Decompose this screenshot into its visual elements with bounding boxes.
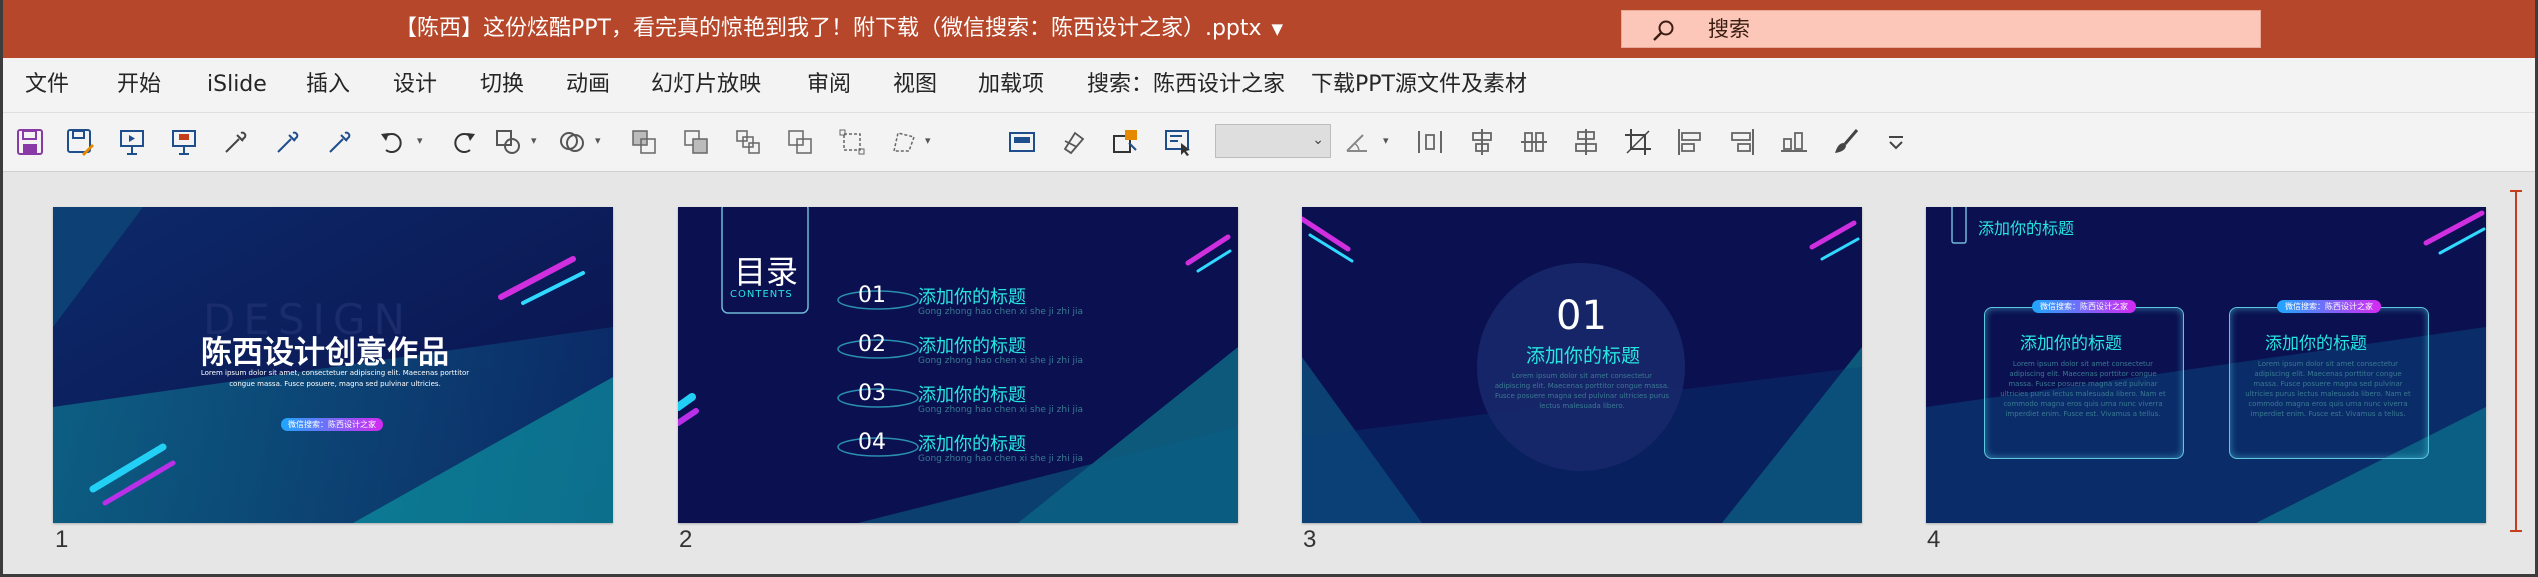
brush-icon[interactable] xyxy=(1831,127,1861,157)
tab-transitions[interactable]: 切换 xyxy=(480,58,524,112)
slide-thumbnail-3[interactable]: 01 添加你的标题 Lorem ipsum dolor sit amet con… xyxy=(1302,207,1862,523)
save-as-icon[interactable] xyxy=(65,127,95,157)
font-size-combo[interactable]: ⌄ xyxy=(1215,124,1331,158)
slide-3-body: Lorem ipsum dolor sit amet consectetur a… xyxy=(1494,372,1670,410)
edit-points-icon[interactable] xyxy=(889,127,919,157)
slide-4-top-title: 添加你的标题 xyxy=(1978,219,2075,238)
slide-number-1: 1 xyxy=(55,526,69,553)
send-backward-icon[interactable] xyxy=(681,127,711,157)
slide-thumbnail-2[interactable]: 目录 CONTENTS 01 添加你的标题 Gong zhong hao che… xyxy=(678,207,1238,523)
slide-layout-icon[interactable] xyxy=(1007,127,1037,157)
redo-icon[interactable] xyxy=(449,127,479,157)
title-bar: 【陈西】这份炫酷PPT，看完真的惊艳到我了！附下载（微信搜索：陈西设计之家）.p… xyxy=(3,0,2535,58)
align-center-icon[interactable] xyxy=(1467,127,1497,157)
crop-icon[interactable] xyxy=(1623,127,1653,157)
slide-2-item-1-label: 添加你的标题 xyxy=(918,287,1026,308)
slide-2-item-2-sub: Gong zhong hao chen xi she ji zhi jia xyxy=(918,356,1083,366)
shape-fill-dropdown-icon[interactable]: ▾ xyxy=(531,134,537,147)
slide-2-item-1-num: 01 xyxy=(858,283,886,308)
slide-4-card-2-title: 添加你的标题 xyxy=(2265,334,2367,354)
tab-slideshow[interactable]: 幻灯片放映 xyxy=(651,58,761,112)
slide-2-item-4-label: 添加你的标题 xyxy=(918,434,1026,455)
tab-insert[interactable]: 插入 xyxy=(306,58,350,112)
save-icon[interactable] xyxy=(15,127,45,157)
slideshow-current-icon[interactable] xyxy=(169,127,199,157)
eyedropper-icon[interactable] xyxy=(221,127,251,157)
powerpoint-window: 【陈西】这份炫酷PPT，看完真的惊艳到我了！附下载（微信搜索：陈西设计之家）.p… xyxy=(0,0,2538,577)
slide-4-card-1-title: 添加你的标题 xyxy=(2020,334,2122,354)
align-left-icon[interactable] xyxy=(1675,127,1705,157)
slide-2-item-4-sub: Gong zhong hao chen xi she ji zhi jia xyxy=(918,454,1083,464)
slide-2-item-4-num: 04 xyxy=(858,430,886,455)
selection-icon[interactable] xyxy=(837,127,867,157)
shape-outline-dropdown-icon[interactable]: ▾ xyxy=(595,134,601,147)
slide-2-item-2-label: 添加你的标题 xyxy=(918,336,1026,357)
rotate-dropdown-icon[interactable]: ▾ xyxy=(1383,134,1389,147)
tab-review[interactable]: 审阅 xyxy=(807,58,851,112)
tab-design[interactable]: 设计 xyxy=(393,58,437,112)
undo-icon[interactable] xyxy=(377,127,407,157)
tab-search-promo[interactable]: 搜索：陈西设计之家 xyxy=(1087,58,1285,112)
slideshow-from-start-icon[interactable] xyxy=(117,127,147,157)
slide-number-2: 2 xyxy=(679,526,693,553)
document-title-text: 【陈西】这份炫酷PPT，看完真的惊艳到我了！附下载（微信搜索：陈西设计之家）.p… xyxy=(395,16,1262,41)
tab-home[interactable]: 开始 xyxy=(117,58,161,112)
shape-outline-icon[interactable] xyxy=(557,127,587,157)
search-box[interactable]: 搜索 xyxy=(1621,10,2261,48)
text-box-icon[interactable] xyxy=(1163,127,1193,157)
vertical-scrollbar[interactable] xyxy=(2510,190,2522,532)
chevron-down-icon[interactable]: ▼ xyxy=(1272,0,1284,58)
slide-thumbnail-4[interactable]: 添加你的标题 微信搜索：陈西设计之家 添加你的标题 Lorem ipsum do… xyxy=(1926,207,2486,523)
align-middle-icon[interactable] xyxy=(1571,127,1601,157)
tab-animations[interactable]: 动画 xyxy=(566,58,610,112)
slide-1-body: Lorem ipsum dolor sit amet, consectetuer… xyxy=(200,369,470,388)
format-painter-icon[interactable] xyxy=(1059,127,1089,157)
slide-number-3: 3 xyxy=(1303,526,1317,553)
quick-access-toolbar: ▾ ▾ ▾ ▾ ⌄ ▾ xyxy=(3,112,2535,172)
rotate-icon[interactable] xyxy=(1343,127,1373,157)
align-right-icon[interactable] xyxy=(1727,127,1757,157)
ribbon-tabs: 文件 开始 iSlide 插入 设计 切换 动画 幻灯片放映 审阅 视图 加载项… xyxy=(3,58,2535,112)
group-icon[interactable] xyxy=(733,127,763,157)
ungroup-icon[interactable] xyxy=(785,127,815,157)
slide-4-card-1-badge: 微信搜索：陈西设计之家 xyxy=(2032,300,2136,313)
slide-2-item-3-sub: Gong zhong hao chen xi she ji zhi jia xyxy=(918,405,1083,415)
slide-1-badge: 微信搜索：陈西设计之家 xyxy=(281,418,383,431)
edit-points-dropdown-icon[interactable]: ▾ xyxy=(925,134,931,147)
slide-2-item-3-num: 03 xyxy=(858,381,886,406)
eyedropper-line-icon[interactable] xyxy=(325,127,355,157)
slide-number-4: 4 xyxy=(1927,526,1941,553)
document-title[interactable]: 【陈西】这份炫酷PPT，看完真的惊艳到我了！附下载（微信搜索：陈西设计之家）.p… xyxy=(395,0,1283,58)
tab-download-promo[interactable]: 下载PPT源文件及素材 xyxy=(1311,58,1527,112)
search-placeholder: 搜索 xyxy=(1708,17,1750,41)
slide-2-heading: 目录 xyxy=(734,253,799,291)
slide-3-num: 01 xyxy=(1556,293,1607,339)
slide-thumbnail-1[interactable]: DESIGN 陈西设计创意作品 Lorem ipsum dolor sit am… xyxy=(53,207,613,523)
tab-view[interactable]: 视图 xyxy=(893,58,937,112)
slide-1-title: 陈西设计创意作品 xyxy=(201,335,449,371)
tab-file[interactable]: 文件 xyxy=(25,58,69,112)
eyedropper-fill-icon[interactable] xyxy=(273,127,303,157)
slide-3-title: 添加你的标题 xyxy=(1526,345,1641,367)
tab-addins[interactable]: 加载项 xyxy=(978,58,1044,112)
slide-2-heading-sub: CONTENTS xyxy=(730,289,793,300)
slide-sorter: DESIGN 陈西设计创意作品 Lorem ipsum dolor sit am… xyxy=(3,172,2535,574)
slide-2-item-2-num: 02 xyxy=(858,332,886,357)
replace-picture-icon[interactable] xyxy=(1111,127,1141,157)
bring-forward-icon[interactable] xyxy=(629,127,659,157)
slide-2-item-3-label: 添加你的标题 xyxy=(918,385,1026,406)
chevron-down-icon[interactable]: ⌄ xyxy=(1312,131,1324,148)
undo-dropdown-icon[interactable]: ▾ xyxy=(417,134,423,147)
search-icon xyxy=(1653,20,1674,41)
slide-2-item-1-sub: Gong zhong hao chen xi she ji zhi jia xyxy=(918,307,1083,317)
distribute-horizontal-icon[interactable] xyxy=(1415,127,1445,157)
align-bottom-icon[interactable] xyxy=(1779,127,1809,157)
distribute-vertical-icon[interactable] xyxy=(1519,127,1549,157)
slide-4-card-2-badge: 微信搜索：陈西设计之家 xyxy=(2277,300,2381,313)
tab-islide[interactable]: iSlide xyxy=(207,58,267,112)
customize-toolbar-icon[interactable] xyxy=(1881,127,1911,157)
slide-4-card-2-body: Lorem ipsum dolor sit amet consectetur a… xyxy=(2245,360,2411,418)
shape-fill-icon[interactable] xyxy=(493,127,523,157)
slide-4-card-1-body: Lorem ipsum dolor sit amet consectetur a… xyxy=(2000,360,2166,418)
